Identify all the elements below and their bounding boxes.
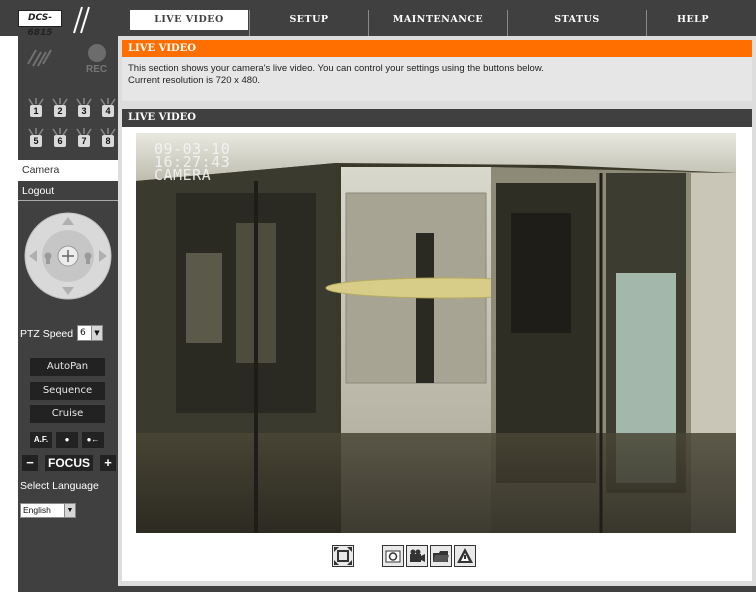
live-video-stream[interactable]: 09-03-10 16:27:43 CAMERA bbox=[136, 133, 736, 533]
tab-setup[interactable]: SETUP bbox=[250, 10, 368, 30]
motion-burst-icon bbox=[27, 49, 52, 67]
bottom-bar bbox=[18, 586, 756, 592]
storage-folder-icon[interactable] bbox=[430, 545, 452, 567]
focus-plus-button[interactable]: + bbox=[100, 455, 116, 471]
recording-indicator: REC bbox=[18, 36, 118, 88]
ptz-speed-label: PTZ Speed bbox=[20, 328, 74, 340]
digital-input-indicator: 2 bbox=[50, 98, 70, 118]
chevron-down-icon: ▼ bbox=[64, 504, 75, 517]
chevron-down-icon: ▼ bbox=[91, 326, 102, 340]
video-frame bbox=[136, 133, 736, 533]
resolution-text: Current resolution is 720 x 480. bbox=[128, 75, 261, 86]
autopan-button[interactable]: AutoPan bbox=[30, 358, 105, 376]
live-video-title: LIVE VIDEO bbox=[122, 109, 752, 127]
product-logo: DCS-6815 bbox=[18, 10, 62, 38]
sidebar-item-logout[interactable]: Logout bbox=[18, 181, 118, 201]
focus-controls: − FOCUS + bbox=[22, 454, 116, 472]
audio-icon[interactable] bbox=[454, 545, 476, 567]
fullscreen-icon[interactable] bbox=[332, 545, 354, 567]
digital-input-indicator: 6 bbox=[50, 128, 70, 148]
sidebar: REC 1 2 3 4 5 6 7 8 Camera Logout PTZ Sp… bbox=[18, 36, 118, 586]
ptz-speed-select[interactable]: 6 ▼ bbox=[77, 325, 103, 341]
video-panel: 09-03-10 16:27:43 CAMERA bbox=[122, 127, 752, 581]
tab-help[interactable]: HELP bbox=[647, 10, 739, 30]
tab-status[interactable]: STATUS bbox=[508, 10, 646, 30]
tab-maintenance[interactable]: MAINTENANCE bbox=[369, 10, 507, 30]
digital-input-row-1: 1 2 3 4 bbox=[26, 98, 118, 118]
digital-input-indicator: 1 bbox=[26, 98, 46, 118]
digital-input-indicator: 3 bbox=[74, 98, 94, 118]
video-osd-overlay: 09-03-10 16:27:43 CAMERA bbox=[154, 142, 230, 183]
rec-status-icon bbox=[88, 44, 106, 62]
tab-live-video[interactable]: LIVE VIDEO bbox=[130, 10, 248, 30]
language-value: English bbox=[23, 505, 51, 515]
ptz-direction-pad[interactable] bbox=[24, 212, 112, 300]
main-content: LIVE VIDEO This section shows your camer… bbox=[118, 36, 756, 586]
sidebar-item-camera[interactable]: Camera bbox=[18, 160, 118, 181]
digital-input-indicator: 4 bbox=[98, 98, 118, 118]
content-area: LIVE VIDEO This section shows your camer… bbox=[122, 40, 752, 586]
auto-focus-button[interactable]: A.F. bbox=[30, 432, 52, 448]
focus-auto-controls: A.F. ● ●← bbox=[30, 432, 104, 448]
info-section-title: LIVE VIDEO bbox=[122, 40, 752, 57]
record-icon[interactable] bbox=[406, 545, 428, 567]
focus-reset-icon[interactable]: ● bbox=[56, 432, 78, 448]
digital-input-indicator: 7 bbox=[74, 128, 94, 148]
language-select[interactable]: English ▼ bbox=[20, 503, 76, 518]
focus-near-icon[interactable]: ●← bbox=[82, 432, 104, 448]
focus-minus-button[interactable]: − bbox=[22, 455, 38, 471]
focus-label: FOCUS bbox=[45, 455, 93, 471]
digital-input-indicator: 8 bbox=[98, 128, 118, 148]
digital-input-indicator: 5 bbox=[26, 128, 46, 148]
language-label: Select Language bbox=[20, 480, 99, 492]
info-section-body: This section shows your camera's live vi… bbox=[122, 57, 752, 101]
top-navigation-bar: DCS-6815 LIVE VIDEO SETUP MAINTENANCE ST… bbox=[0, 0, 756, 38]
video-control-bar bbox=[122, 537, 752, 567]
cruise-button[interactable]: Cruise bbox=[30, 405, 105, 423]
snapshot-icon[interactable] bbox=[382, 545, 404, 567]
rec-label: REC bbox=[86, 64, 108, 75]
info-description: This section shows your camera's live vi… bbox=[128, 63, 544, 74]
sequence-button[interactable]: Sequence bbox=[30, 382, 105, 400]
digital-input-row-2: 5 6 7 8 bbox=[26, 128, 118, 148]
logo-slash-icon bbox=[73, 6, 90, 34]
ptz-speed-value: 6 bbox=[80, 328, 86, 338]
